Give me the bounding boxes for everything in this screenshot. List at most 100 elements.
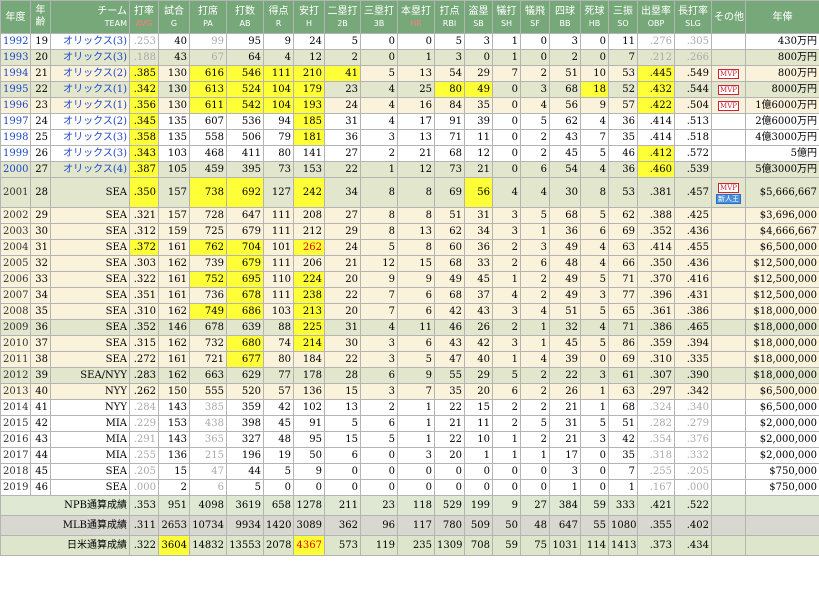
stat-cell: 88 (263, 319, 294, 336)
stat-cell: .312 (129, 223, 159, 240)
stat-cell: 17 (549, 447, 581, 464)
stat-cell: 33 (30, 271, 51, 288)
stat-cell: 3 (549, 33, 581, 50)
stat-cell: 30 (324, 335, 361, 352)
stat-cell: 95 (226, 33, 264, 50)
awards-cell (711, 145, 746, 162)
stat-cell: 35 (608, 129, 638, 146)
stat-cell: .414 (637, 129, 675, 146)
salary-cell: 4億3000万円 (745, 129, 819, 146)
stat-cell: 0 (397, 463, 435, 480)
total-cell: .355 (637, 515, 675, 536)
team-cell: オリックス(3) (50, 33, 130, 50)
stat-cell: 68 (434, 145, 465, 162)
team-cell: オリックス(1) (50, 81, 130, 98)
stat-cell: .284 (129, 399, 159, 416)
stat-cell: 2 (520, 431, 550, 448)
stat-cell: 111 (263, 207, 294, 224)
stat-cell: .322 (129, 271, 159, 288)
stat-cell: 0 (580, 33, 609, 50)
total-cell: 96 (360, 515, 398, 536)
stat-cell: 36 (608, 113, 638, 130)
stat-cell: 104 (263, 81, 294, 98)
stat-cell: 80 (434, 81, 465, 98)
stat-cell: 15 (464, 399, 493, 416)
table-row: 2015 42 MIA .229 153 438 398 45 91 5 6 1 21 11 2 5 31 5 51… (0, 415, 819, 432)
stat-cell: .229 (129, 415, 159, 432)
stat-cell: 0 (492, 97, 521, 114)
column-header: 二塁打 2B (324, 0, 361, 34)
year-cell: 2016 (0, 431, 31, 448)
stat-cell: 22 (30, 81, 51, 98)
stat-cell: 103 (263, 303, 294, 320)
total-cell: 14832 (189, 535, 227, 556)
stat-cell: 63 (608, 383, 638, 400)
stat-cell: 2 (520, 383, 550, 400)
stat-cell: 7 (608, 463, 638, 480)
stat-cell: 5 (263, 463, 294, 480)
stat-cell: 141 (293, 145, 325, 162)
stat-cell: 15 (324, 383, 361, 400)
stat-cell: .282 (637, 415, 675, 432)
empty-cell (711, 535, 746, 556)
stat-cell: .212 (637, 49, 675, 66)
stat-cell: 21 (464, 161, 493, 178)
stat-cell: 12 (397, 161, 435, 178)
stat-cell: 4 (520, 303, 550, 320)
total-cell: 951 (158, 495, 190, 516)
year-cell: 1997 (0, 113, 31, 130)
stat-cell: .342 (129, 81, 159, 98)
stat-cell: 44 (30, 447, 51, 464)
stat-cell: 36 (608, 161, 638, 178)
stat-cell: 150 (158, 383, 190, 400)
stat-cell: 111 (263, 255, 294, 272)
stat-cell: 159 (158, 223, 190, 240)
stat-cell: 520 (226, 383, 264, 400)
stat-cell: 0 (360, 463, 398, 480)
stat-cell: 0 (434, 479, 465, 496)
team-cell: オリックス(4) (50, 161, 130, 178)
column-header: 盗塁 SB (464, 0, 493, 34)
stat-cell: 181 (293, 129, 325, 146)
total-cell: 333 (608, 495, 638, 516)
stat-cell: .396 (637, 287, 675, 304)
stat-cell: .350 (637, 255, 675, 272)
table-row: 2003 30 SEA .312 159 725 679 111 212 29 8 13 62 34 3 1 3… (0, 223, 819, 240)
stat-cell: 10 (580, 65, 609, 82)
stat-cell: 3 (492, 335, 521, 352)
stat-cell: 206 (293, 255, 325, 272)
stat-cell: 103 (158, 145, 190, 162)
stat-cell: 1 (464, 447, 493, 464)
salary-cell: 430万円 (745, 33, 819, 50)
stat-cell: 242 (293, 177, 325, 208)
salary-cell: 800万円 (745, 49, 819, 66)
stat-cell: 31 (324, 319, 361, 336)
column-header-label: 死球 (584, 6, 605, 17)
stat-cell: 105 (158, 161, 190, 178)
year-cell: 1995 (0, 81, 31, 98)
awards-cell (711, 383, 746, 400)
team-cell: SEA (50, 319, 130, 336)
total-cell: 211 (324, 495, 361, 516)
salary-cell: $18,000,000 (745, 319, 819, 336)
column-header-abbr: BB (559, 19, 571, 28)
stat-cell: 35 (464, 97, 493, 114)
stat-cell: 162 (158, 367, 190, 384)
stat-cell: 4 (520, 177, 550, 208)
stat-cell: 459 (189, 161, 227, 178)
column-header: 打率 AVG (129, 0, 159, 34)
year-cell: 2001 (0, 177, 31, 208)
stat-cell: 40 (464, 351, 493, 368)
total-cell: 199 (464, 495, 493, 516)
stat-cell: 12 (293, 49, 325, 66)
salary-cell: 1億6000万円 (745, 97, 819, 114)
stat-cell: .431 (674, 287, 712, 304)
stat-cell: 1 (492, 49, 521, 66)
year-cell: 2000 (0, 161, 31, 178)
stat-cell: 0 (580, 351, 609, 368)
salary-cell: 5億円 (745, 145, 819, 162)
column-header-abbr: G (170, 19, 178, 28)
stat-cell: 4 (360, 81, 398, 98)
stat-cell: 80 (263, 351, 294, 368)
stat-cell: 16 (397, 97, 435, 114)
